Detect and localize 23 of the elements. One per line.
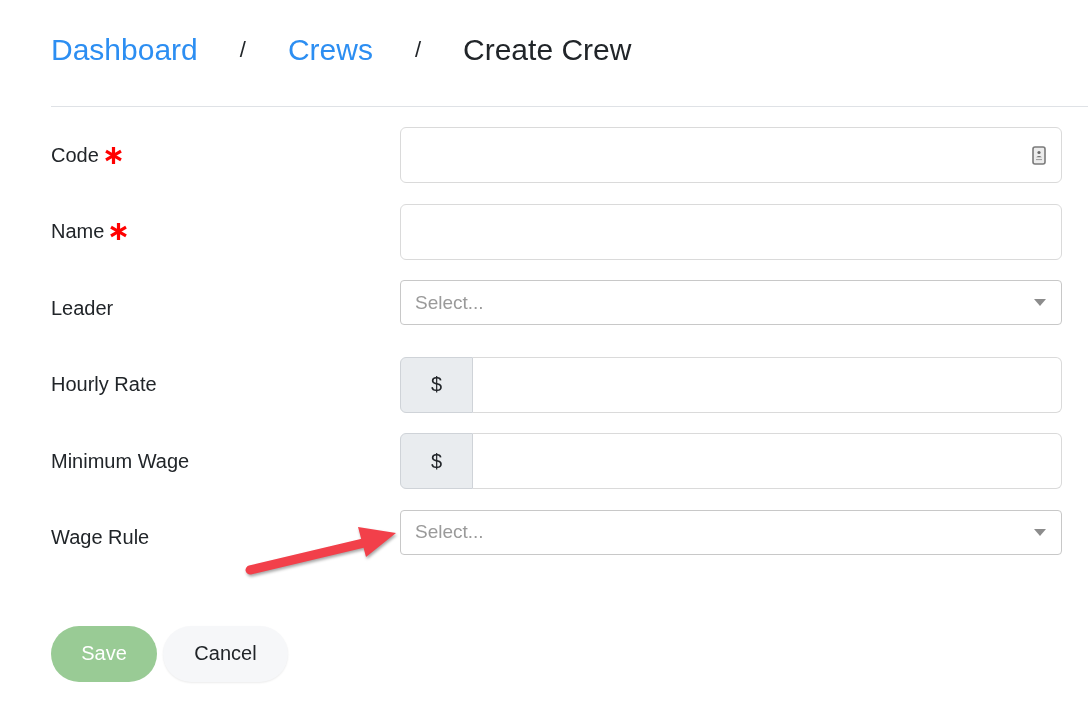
currency-input[interactable]	[473, 433, 1062, 489]
text-input[interactable]	[400, 203, 1062, 260]
field-label: Name	[51, 220, 105, 243]
select-dropdown[interactable]: Select...	[400, 280, 1062, 325]
field-label: Hourly Rate	[51, 373, 157, 396]
field-label: Minimum Wage	[51, 449, 190, 473]
save-button[interactable]: Save	[51, 625, 157, 682]
breadcrumb-separator: /	[239, 37, 246, 63]
currency-prefix: $	[400, 356, 473, 413]
breadcrumb-link[interactable]: Crews	[287, 33, 373, 67]
text-input[interactable]	[400, 127, 1062, 183]
page-title: Create Crew	[463, 33, 632, 67]
currency-input[interactable]	[473, 356, 1062, 413]
caret-icon	[1034, 299, 1046, 306]
cancel-button[interactable]: Cancel	[163, 625, 288, 682]
breadcrumb-separator: /	[414, 37, 422, 63]
select-dropdown[interactable]: Select...	[400, 509, 1062, 555]
breadcrumb-link[interactable]: Dashboard	[51, 33, 198, 67]
caret-icon	[1034, 528, 1046, 536]
field-label: Code	[51, 143, 99, 167]
field-label: Wage Rule	[51, 526, 150, 549]
field-label: Leader	[51, 296, 114, 320]
currency-prefix: $	[400, 433, 473, 489]
